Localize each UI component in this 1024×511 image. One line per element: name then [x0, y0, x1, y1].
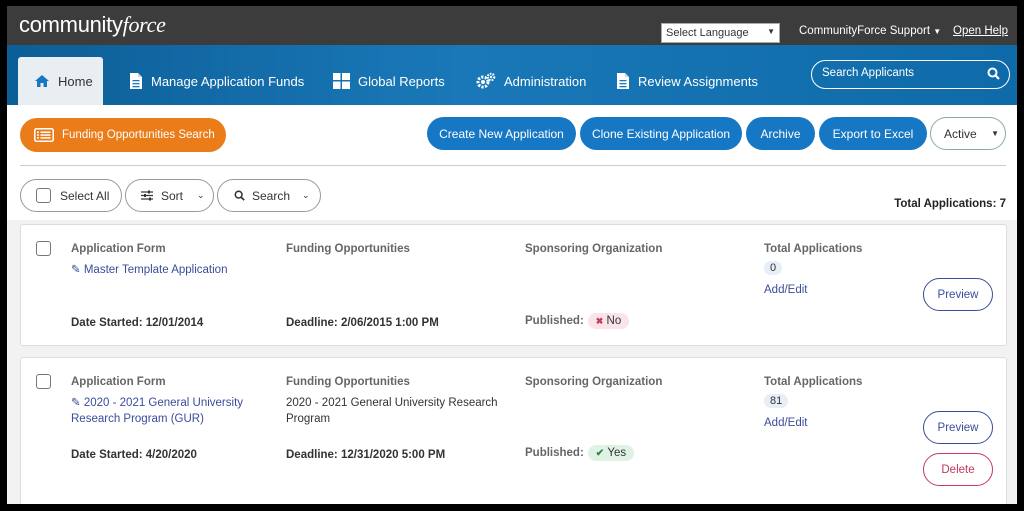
total-applications-header: Total Applications — [764, 376, 863, 388]
sort-dropdown[interactable]: Sort ⌄ — [125, 179, 214, 212]
preview-button[interactable]: Preview — [923, 411, 993, 444]
published-label: Published: — [525, 315, 584, 327]
list-card-icon — [34, 128, 54, 142]
language-select-label: Select Language — [666, 27, 749, 39]
chevron-down-icon: ⌄ — [197, 190, 205, 200]
document-icon — [617, 73, 629, 89]
dropdown-arrow-icon: ▼ — [991, 129, 999, 138]
search-icon[interactable] — [987, 67, 1000, 80]
app-window: communityforce Select Language ▼ Communit… — [7, 6, 1017, 504]
funding-opportunities-search-button[interactable]: Funding Opportunities Search — [20, 118, 226, 152]
published-value: Yes — [607, 447, 627, 459]
total-applications-header: Total Applications — [764, 243, 863, 255]
select-all-label: Select All — [60, 188, 110, 203]
status-filter-select[interactable]: Active ▼ — [930, 117, 1006, 150]
create-new-application-button[interactable]: Create New Application — [427, 117, 576, 150]
tab-global-reports-label: Global Reports — [358, 73, 445, 89]
funding-opportunities-header: Funding Opportunities — [286, 376, 410, 388]
preview-button[interactable]: Preview — [923, 278, 993, 311]
application-form-name-line1: 2020 - 2021 General University — [83, 397, 244, 409]
search-applicants-placeholder: Search Applicants — [822, 67, 915, 79]
tab-manage-funds[interactable]: Manage Application Funds — [129, 57, 304, 105]
home-icon — [35, 75, 49, 87]
export-to-excel-button[interactable]: Export to Excel — [819, 117, 927, 150]
edit-icon: ✎ — [71, 264, 81, 276]
published-status: Published: ✔ Yes — [525, 445, 635, 461]
row-checkbox[interactable] — [36, 374, 51, 389]
total-applications-badge: 0 — [764, 261, 783, 275]
tab-administration[interactable]: Administration — [476, 57, 586, 105]
gears-icon — [476, 72, 496, 89]
tab-administration-label: Administration — [504, 73, 587, 89]
applications-list: Application Form Funding Opportunities S… — [7, 220, 1017, 504]
top-bar: communityforce Select Language ▼ Communit… — [7, 6, 1017, 45]
document-icon — [130, 73, 142, 89]
support-label: CommunityForce Support — [799, 25, 931, 37]
dropdown-arrow-icon: ▼ — [767, 27, 775, 36]
select-all-checkbox[interactable] — [36, 188, 51, 203]
grid-icon — [333, 73, 350, 89]
logo-text-force: force — [122, 12, 166, 37]
application-form-header: Application Form — [71, 376, 166, 388]
status-filter-value: Active — [944, 127, 977, 141]
tab-manage-funds-label: Manage Application Funds — [151, 73, 305, 89]
application-form-header: Application Form — [71, 243, 166, 255]
application-form-link[interactable]: ✎ 2020 - 2021 General University Researc… — [71, 395, 243, 427]
application-card: Application Form Funding Opportunities S… — [20, 224, 1007, 346]
published-badge-yes: ✔ Yes — [587, 445, 635, 461]
deadline: Deadline: 2/06/2015 1:00 PM — [286, 317, 439, 329]
add-edit-link[interactable]: Add/Edit — [764, 282, 807, 298]
application-form-name-line2: Research Program (GUR) — [71, 413, 204, 425]
sponsoring-organization-header: Sponsoring Organization — [525, 243, 663, 255]
application-form-link[interactable]: ✎ Master Template Application — [71, 262, 227, 278]
select-all-toggle[interactable]: Select All — [20, 179, 122, 212]
funding-name-line2: Program — [286, 413, 331, 425]
tab-global-reports[interactable]: Global Reports — [333, 57, 445, 105]
deadline: Deadline: 12/31/2020 5:00 PM — [286, 449, 446, 461]
funding-opportunities-header: Funding Opportunities — [286, 243, 410, 255]
tab-review-assignments-label: Review Assignments — [638, 73, 758, 89]
tab-review-assignments[interactable]: Review Assignments — [616, 57, 758, 105]
delete-button[interactable]: Delete — [923, 453, 993, 486]
row-checkbox[interactable] — [36, 241, 51, 256]
language-select[interactable]: Select Language ▼ — [661, 23, 780, 43]
date-started: Date Started: 4/20/2020 — [71, 449, 197, 461]
published-badge-no: ✖ No — [587, 313, 630, 329]
add-edit-link[interactable]: Add/Edit — [764, 415, 807, 431]
sliders-icon — [141, 190, 153, 201]
published-value: No — [606, 315, 622, 327]
check-icon: ✔ — [595, 448, 605, 459]
main-nav: Home Manage Application Funds Global Rep… — [7, 45, 1017, 105]
logo[interactable]: communityforce — [19, 12, 166, 38]
application-card: Application Form Funding Opportunities S… — [20, 357, 1007, 504]
tab-home[interactable]: Home — [18, 57, 103, 105]
application-form-name: Master Template Application — [83, 264, 228, 276]
total-applications-badge: 81 — [764, 394, 789, 408]
toolbar-divider — [20, 165, 1006, 166]
funding-name-line1: 2020 - 2021 General University Research — [286, 397, 498, 409]
search-icon — [234, 190, 245, 201]
funding-search-label: Funding Opportunities Search — [62, 129, 215, 141]
search-applicants-input[interactable]: Search Applicants — [811, 60, 1010, 89]
search-dropdown[interactable]: Search ⌄ — [217, 179, 321, 212]
caret-down-icon: ▼ — [933, 27, 942, 36]
search-label: Search — [252, 188, 291, 203]
tab-home-label: Home — [58, 73, 93, 89]
date-started: Date Started: 12/01/2014 — [71, 317, 204, 329]
archive-button[interactable]: Archive — [746, 117, 815, 150]
x-icon: ✖ — [595, 316, 604, 326]
funding-opportunity-name: 2020 - 2021 General University Research … — [286, 395, 498, 427]
open-help-link[interactable]: Open Help — [953, 25, 1008, 37]
published-status: Published: ✖ No — [525, 313, 630, 329]
total-applications-count: Total Applications: 7 — [894, 198, 1006, 210]
published-label: Published: — [525, 447, 584, 459]
chevron-down-icon: ⌄ — [302, 190, 310, 200]
clone-existing-application-button[interactable]: Clone Existing Application — [580, 117, 742, 150]
sort-label: Sort — [161, 188, 184, 203]
sponsoring-organization-header: Sponsoring Organization — [525, 376, 663, 388]
logo-text-community: community — [19, 12, 123, 37]
edit-icon: ✎ — [71, 397, 81, 409]
support-menu[interactable]: CommunityForce Support ▼ — [799, 25, 941, 37]
